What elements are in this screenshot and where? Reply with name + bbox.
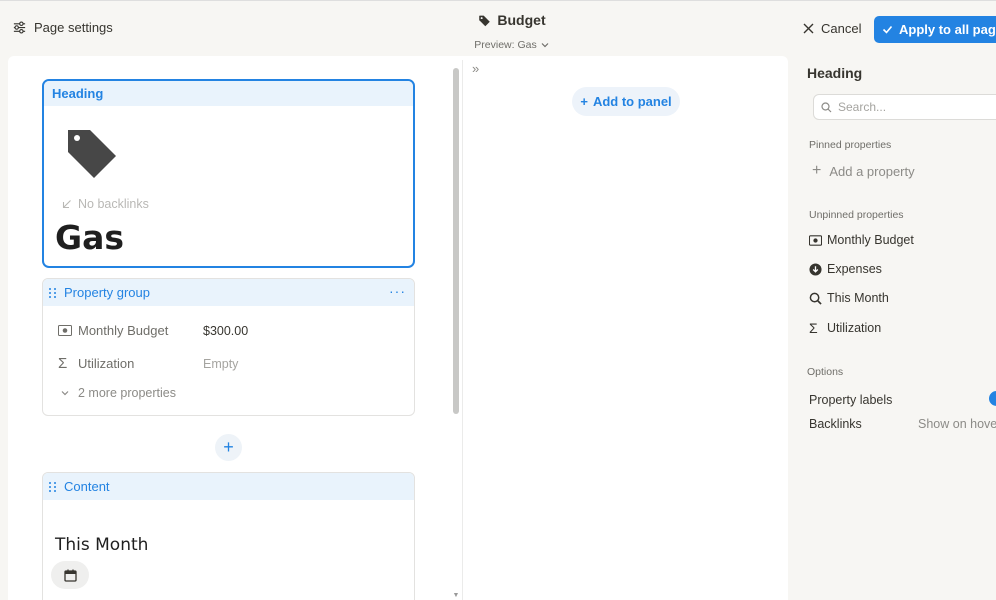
property-row[interactable]: Σ Utilization Empty xyxy=(58,355,238,372)
collapse-panel-button[interactable]: » xyxy=(472,61,479,76)
search-input[interactable] xyxy=(838,100,988,114)
arrow-down-circle-icon xyxy=(809,262,822,276)
chevron-down-icon xyxy=(541,43,549,48)
content-block[interactable]: Content This Month xyxy=(42,472,415,600)
add-to-panel-label: Add to panel xyxy=(592,94,672,109)
cancel-label: Cancel xyxy=(821,21,862,36)
content-block-label: Content xyxy=(64,479,110,494)
options-heading: Options xyxy=(807,366,844,378)
search-icon xyxy=(809,292,822,305)
property-value[interactable]: Empty xyxy=(203,357,238,371)
drag-handle-icon[interactable] xyxy=(49,481,57,492)
money-icon xyxy=(58,325,72,336)
page-heading-title: Gas xyxy=(55,218,124,257)
add-property-button[interactable]: + Add a property xyxy=(812,162,915,180)
property-row[interactable]: Monthly Budget $300.00 xyxy=(58,323,248,338)
page-title: Budget xyxy=(497,12,546,28)
property-group-header: Property group xyxy=(43,279,414,306)
content-section-title: This Month xyxy=(55,535,149,555)
backlinks-indicator[interactable]: No backlinks xyxy=(62,197,149,211)
property-item-label: This Month xyxy=(827,291,889,305)
search-field[interactable] xyxy=(813,94,996,120)
property-group-label: Property group xyxy=(64,285,150,300)
cancel-button[interactable]: Cancel xyxy=(803,21,861,36)
column-divider xyxy=(462,60,463,600)
date-chip[interactable] xyxy=(51,561,89,589)
panel-title: Heading xyxy=(807,65,863,81)
property-item-utilization[interactable]: Σ Utilization xyxy=(809,320,881,336)
add-property-label: Add a property xyxy=(829,163,915,179)
search-icon xyxy=(821,101,832,112)
add-to-panel-button[interactable]: + Add to panel xyxy=(572,87,680,116)
property-item-monthly-budget[interactable]: Monthly Budget xyxy=(809,233,914,247)
more-properties-toggle[interactable]: 2 more properties xyxy=(60,386,176,400)
content-block-header: Content xyxy=(43,473,414,500)
unpinned-properties-heading: Unpinned properties xyxy=(809,209,904,221)
heading-block-label: Heading xyxy=(52,86,104,101)
top-bar: Page settings Budget Preview: Gas Cancel… xyxy=(0,0,996,56)
property-name: Monthly Budget xyxy=(78,323,169,338)
chevron-down-icon xyxy=(61,391,69,396)
property-name: Utilization xyxy=(78,356,135,371)
check-icon xyxy=(882,25,893,34)
property-item-label: Utilization xyxy=(827,321,882,335)
add-block-button[interactable]: + xyxy=(215,434,242,461)
heading-block-header: Heading xyxy=(44,81,413,106)
apply-to-all-pages-button[interactable]: Apply to all pages xyxy=(874,16,996,43)
preview-label: Preview: Gas xyxy=(474,39,537,51)
scrollbar-thumb[interactable] xyxy=(453,68,459,414)
more-options-button[interactable]: ··· xyxy=(389,283,406,299)
backlinks-option-select[interactable]: Show on hover xyxy=(918,417,996,431)
heading-block[interactable]: Heading No backlinks Gas xyxy=(42,79,415,268)
sigma-icon: Σ xyxy=(809,320,818,336)
property-labels-option-label: Property labels xyxy=(809,393,893,407)
property-item-this-month[interactable]: This Month xyxy=(809,291,889,305)
money-icon xyxy=(809,234,822,246)
drag-handle-icon[interactable] xyxy=(49,287,57,298)
scroll-down-arrow[interactable]: ▼ xyxy=(451,592,461,600)
plus-icon: + xyxy=(812,162,822,179)
property-item-expenses[interactable]: Expenses xyxy=(809,262,882,276)
arrow-down-left-icon xyxy=(62,200,71,209)
backlinks-option-label: Backlinks xyxy=(809,417,862,431)
apply-label: Apply to all pages xyxy=(899,22,996,37)
pinned-properties-heading: Pinned properties xyxy=(809,139,892,151)
plus-icon: + xyxy=(580,94,588,109)
preview-selector[interactable]: Preview: Gas xyxy=(474,39,549,51)
more-properties-label: 2 more properties xyxy=(78,386,176,400)
sigma-icon: Σ xyxy=(58,355,68,372)
calendar-icon xyxy=(63,569,77,582)
property-item-label: Monthly Budget xyxy=(827,233,914,247)
close-icon xyxy=(803,23,814,34)
property-value[interactable]: $300.00 xyxy=(203,324,248,338)
tag-icon[interactable] xyxy=(66,126,120,180)
tag-icon xyxy=(479,15,491,26)
backlinks-label: No backlinks xyxy=(78,197,149,211)
property-group-block[interactable]: Property group ··· Monthly Budget $300.0… xyxy=(42,278,415,416)
property-item-label: Expenses xyxy=(827,262,882,276)
